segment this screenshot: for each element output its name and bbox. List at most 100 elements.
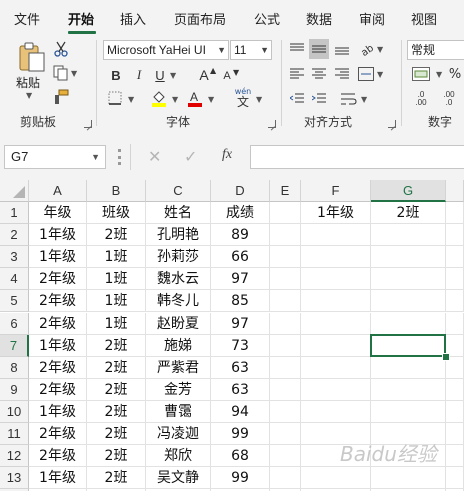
decrease-indent-icon[interactable] <box>288 90 306 108</box>
tab-page-layout[interactable]: 页面布局 <box>174 9 226 28</box>
cell-g6[interactable] <box>371 312 446 335</box>
cell-c8[interactable]: 严紫君 <box>146 356 211 379</box>
cell-g1[interactable]: 2班 <box>371 202 446 225</box>
fill-handle[interactable] <box>442 352 450 361</box>
cell-h5[interactable] <box>446 290 464 313</box>
cell-d6[interactable]: 97 <box>211 312 270 335</box>
cell-d7[interactable]: 73 <box>211 334 270 357</box>
tab-view[interactable]: 视图 <box>411 9 437 28</box>
formula-input[interactable] <box>250 145 464 169</box>
cell-e13[interactable] <box>270 467 301 490</box>
cell-f7[interactable] <box>301 334 371 357</box>
align-center-icon[interactable] <box>310 65 328 83</box>
cell-f9[interactable] <box>301 378 371 401</box>
fill-color-icon[interactable] <box>150 88 168 108</box>
align-middle-icon[interactable] <box>309 39 329 59</box>
italic-button[interactable]: I <box>131 66 147 84</box>
tab-home[interactable]: 开始 <box>68 9 94 28</box>
cell-a6[interactable]: 2年级 <box>29 312 87 335</box>
formula-bar-splitter[interactable] <box>118 149 121 165</box>
column-header-b[interactable]: B <box>87 180 146 202</box>
cell-g4[interactable] <box>371 268 446 291</box>
decrease-decimal-icon[interactable]: .00 .0 <box>436 88 462 110</box>
cell-c11[interactable]: 冯凌迦 <box>146 423 211 446</box>
cell-f4[interactable] <box>301 268 371 291</box>
number-format-combo[interactable]: 常规 <box>407 40 464 60</box>
cell-e1[interactable] <box>270 202 301 225</box>
cell-c2[interactable]: 孔明艳 <box>146 224 211 247</box>
insert-function-icon[interactable]: fx <box>222 147 232 163</box>
increase-indent-icon[interactable] <box>310 90 328 108</box>
cell-c5[interactable]: 韩冬儿 <box>146 290 211 313</box>
cell-c13[interactable]: 吴文静 <box>146 467 211 490</box>
cell-b13[interactable]: 2班 <box>87 467 146 490</box>
bold-button[interactable]: B <box>108 66 124 84</box>
format-painter-icon[interactable] <box>52 88 70 106</box>
font-color-icon[interactable]: A <box>186 88 204 108</box>
cell-e2[interactable] <box>270 224 301 247</box>
borders-dropdown-icon[interactable]: ▼ <box>128 95 134 104</box>
cell-g10[interactable] <box>371 400 446 423</box>
cell-c3[interactable]: 孙莉莎 <box>146 246 211 269</box>
accounting-dropdown-icon[interactable]: ▼ <box>436 70 442 79</box>
font-launcher-icon[interactable] <box>268 120 276 128</box>
font-name-dropdown-icon[interactable]: ▼ <box>217 41 226 59</box>
column-header-f[interactable]: F <box>301 180 371 202</box>
row-header-12[interactable]: 12 <box>0 445 29 468</box>
cell-d4[interactable]: 97 <box>211 268 270 291</box>
row-header-9[interactable]: 9 <box>0 378 29 401</box>
cell-b4[interactable]: 1班 <box>87 268 146 291</box>
underline-dropdown-icon[interactable]: ▼ <box>170 71 176 80</box>
column-header-d[interactable]: D <box>211 180 270 202</box>
cell-a4[interactable]: 2年级 <box>29 268 87 291</box>
cell-d2[interactable]: 89 <box>211 224 270 247</box>
cell-c10[interactable]: 曹霭 <box>146 400 211 423</box>
cell-e11[interactable] <box>270 423 301 446</box>
cell-g5[interactable] <box>371 290 446 313</box>
tab-file[interactable]: 文件 <box>14 9 40 28</box>
cell-f6[interactable] <box>301 312 371 335</box>
cell-f2[interactable] <box>301 224 371 247</box>
align-left-icon[interactable] <box>288 65 306 83</box>
cell-a7[interactable]: 1年级 <box>29 334 87 357</box>
cell-b1[interactable]: 班级 <box>87 202 146 225</box>
merge-center-icon[interactable] <box>357 65 375 83</box>
cell-c4[interactable]: 魏水云 <box>146 268 211 291</box>
select-all-corner[interactable] <box>0 180 29 202</box>
cell-g13[interactable] <box>371 467 446 490</box>
row-header-2[interactable]: 2 <box>0 224 29 247</box>
cell-e12[interactable] <box>270 445 301 468</box>
cell-b12[interactable]: 2班 <box>87 445 146 468</box>
font-color-dropdown-icon[interactable]: ▼ <box>208 95 214 104</box>
cell-e10[interactable] <box>270 400 301 423</box>
cell-g9[interactable] <box>371 378 446 401</box>
cell-h10[interactable] <box>446 400 464 423</box>
cell-a3[interactable]: 1年级 <box>29 246 87 269</box>
copy-dropdown-arrow[interactable]: ▼ <box>71 69 77 78</box>
fill-color-dropdown-icon[interactable]: ▼ <box>172 95 178 104</box>
cell-f10[interactable] <box>301 400 371 423</box>
row-header-7[interactable]: 7 <box>0 334 29 357</box>
cell-g8[interactable] <box>371 356 446 379</box>
cell-f5[interactable] <box>301 290 371 313</box>
orientation-dropdown-icon[interactable]: ▼ <box>377 45 383 54</box>
cell-g2[interactable] <box>371 224 446 247</box>
cell-f3[interactable] <box>301 246 371 269</box>
cell-d10[interactable]: 94 <box>211 400 270 423</box>
row-header-10[interactable]: 10 <box>0 400 29 423</box>
font-name-combo[interactable]: Microsoft YaHei UI ▼ <box>103 40 229 60</box>
paste-icon[interactable] <box>12 40 52 74</box>
cell-g3[interactable] <box>371 246 446 269</box>
cell-b2[interactable]: 2班 <box>87 224 146 247</box>
column-header-g[interactable]: G <box>371 180 446 202</box>
cell-d1[interactable]: 成绩 <box>211 202 270 225</box>
underline-button[interactable]: U <box>152 66 168 84</box>
align-right-icon[interactable] <box>333 65 351 83</box>
column-header-a[interactable]: A <box>29 180 87 202</box>
row-header-4[interactable]: 4 <box>0 268 29 291</box>
cell-d8[interactable]: 63 <box>211 356 270 379</box>
cell-f13[interactable] <box>301 467 371 490</box>
cell-e8[interactable] <box>270 356 301 379</box>
tab-data[interactable]: 数据 <box>306 9 332 28</box>
cell-a8[interactable]: 2年级 <box>29 356 87 379</box>
